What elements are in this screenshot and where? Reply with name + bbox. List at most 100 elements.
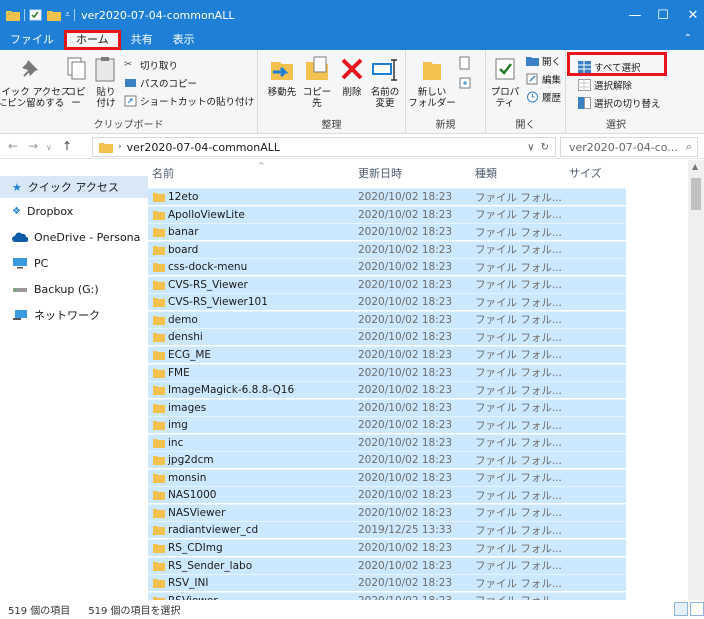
large-icons-view-icon[interactable] xyxy=(690,602,704,616)
file-row[interactable]: css-dock-menu 2020/10/02 18:23 ファイル フォル... xyxy=(148,258,626,276)
scroll-up-icon[interactable]: ▲ xyxy=(692,162,698,171)
pin-quick-access-button[interactable]: クイック アクセス にピン留めする xyxy=(0,54,70,109)
nav-item-dropbox[interactable]: ❖ Dropbox xyxy=(0,200,148,222)
properties-check-icon[interactable] xyxy=(29,9,43,21)
file-type: ファイル フォル... xyxy=(475,331,562,344)
file-row[interactable]: radiantviewer_cd 2019/12/25 13:33 ファイル フォル… xyxy=(148,521,626,539)
file-row[interactable]: board 2020/10/02 18:23 ファイル フォル... xyxy=(148,240,626,258)
edit-button[interactable]: 編集 xyxy=(526,72,561,86)
delete-button[interactable]: 削除 xyxy=(338,54,366,98)
file-date: 2020/10/02 18:23 xyxy=(358,191,453,203)
history-button[interactable]: 履歴 xyxy=(526,90,561,104)
file-row[interactable]: ImageMagick-6.8.8-Q16 2020/10/02 18:23 ファイ… xyxy=(148,381,626,399)
file-row[interactable]: NAS1000 2020/10/02 18:23 ファイル フォル... xyxy=(148,486,626,504)
folder-icon xyxy=(153,579,165,589)
recent-dropdown-icon[interactable]: ∨ xyxy=(46,143,52,152)
file-date: 2020/10/02 18:23 xyxy=(358,243,453,256)
file-row[interactable]: demo 2020/10/02 18:23 ファイル フォル... xyxy=(148,310,626,328)
breadcrumb[interactable]: ver2020-07-04-commonALL xyxy=(127,141,280,154)
address-dropdown-icon[interactable]: ∨ xyxy=(527,142,534,153)
file-row[interactable]: img 2020/10/02 18:23 ファイル フォル... xyxy=(148,416,626,434)
file-row[interactable]: jpg2dcm 2020/10/02 18:23 ファイル フォル... xyxy=(148,451,626,469)
vertical-scrollbar[interactable]: ▲ xyxy=(688,160,704,606)
breadcrumb-chevron-icon[interactable]: › xyxy=(118,142,122,152)
file-type: ファイル フォル... xyxy=(475,507,562,520)
close-button[interactable]: ✕ xyxy=(670,0,704,30)
tab-home[interactable]: ホーム xyxy=(64,30,121,50)
file-row[interactable]: ApolloViewLite 2020/10/02 18:23 ファイル フォル..… xyxy=(148,205,626,223)
file-row[interactable]: denshi 2020/10/02 18:23 ファイル フォル... xyxy=(148,328,626,346)
properties-button[interactable]: プロパティ xyxy=(488,54,522,109)
nav-item-network[interactable]: ネットワーク xyxy=(0,304,148,326)
file-name: NASViewer xyxy=(168,506,226,519)
nav-item-backup-drive[interactable]: Backup (G:) xyxy=(0,278,148,300)
rename-button[interactable]: 名前の 変更 xyxy=(368,54,402,109)
select-none-button[interactable]: 選択解除 xyxy=(578,78,632,92)
file-list: 12eto 2020/10/02 18:23 ファイル フォル... ApolloVi… xyxy=(148,188,626,606)
search-input[interactable]: ver2020-07-04-co... ⌕ xyxy=(560,137,698,157)
move-to-button[interactable]: 移動先 xyxy=(266,54,298,98)
nav-item-onedrive[interactable]: OneDrive - Persona xyxy=(0,226,148,248)
copy-button[interactable]: コピー xyxy=(62,54,90,109)
address-field[interactable]: › ver2020-07-04-commonALL ∨ ↻ xyxy=(92,137,556,157)
nav-item-label: ネットワーク xyxy=(34,309,100,322)
file-row[interactable]: NASViewer 2020/10/02 18:23 ファイル フォル... xyxy=(148,503,626,521)
details-view-icon[interactable] xyxy=(674,602,688,616)
refresh-icon[interactable]: ↻ xyxy=(541,142,549,153)
nav-item-quick-access[interactable]: ★ クイック アクセス xyxy=(0,176,148,198)
file-date: 2020/10/02 18:23 xyxy=(358,384,453,397)
customize-toolbar-icon[interactable]: ⩡ xyxy=(65,10,70,20)
paste-button[interactable]: 貼り付け xyxy=(92,54,120,109)
file-type: ファイル フォル... xyxy=(475,419,562,432)
folder-icon xyxy=(153,403,165,413)
search-placeholder: ver2020-07-04-co... xyxy=(569,140,678,154)
up-arrow-icon[interactable]: ↑ xyxy=(62,139,72,153)
tab-file[interactable]: ファイル xyxy=(0,30,64,50)
easy-access-icon[interactable] xyxy=(458,76,472,90)
file-row[interactable]: RSV_INI 2020/10/02 18:23 ファイル フォル... xyxy=(148,574,626,592)
column-header-name[interactable]: 名前 xyxy=(152,165,174,181)
file-row[interactable]: RS_Sender_labo 2020/10/02 18:23 ファイル フォル..… xyxy=(148,556,626,574)
file-date: 2020/10/02 18:23 xyxy=(358,471,453,484)
open-icon xyxy=(526,57,539,66)
scrollbar-thumb[interactable] xyxy=(691,178,701,210)
open-button[interactable]: 開く xyxy=(526,54,561,68)
file-row[interactable]: 12eto 2020/10/02 18:23 ファイル フォル... xyxy=(148,188,626,205)
column-header-size[interactable]: サイズ xyxy=(569,165,602,181)
cut-button[interactable]: ✂ 切り取り xyxy=(124,58,178,72)
column-header-type[interactable]: 種類 xyxy=(475,165,497,181)
file-row[interactable]: ECG_ME 2020/10/02 18:23 ファイル フォル... xyxy=(148,345,626,363)
tab-view[interactable]: 表示 xyxy=(163,30,205,50)
new-group-label: 新規 xyxy=(435,120,456,131)
invert-selection-button[interactable]: 選択の切り替え xyxy=(578,96,661,110)
copy-to-button[interactable]: コピー先 xyxy=(300,54,334,109)
forward-arrow-icon[interactable]: → xyxy=(28,139,38,153)
folder-icon xyxy=(153,438,165,448)
copy-path-button[interactable]: パスのコピー xyxy=(124,76,197,90)
file-row[interactable]: FME 2020/10/02 18:23 ファイル フォル... xyxy=(148,363,626,381)
file-row[interactable]: images 2020/10/02 18:23 ファイル フォル... xyxy=(148,398,626,416)
open-group: プロパティ 開く 編集 履歴 開く xyxy=(486,50,566,134)
paste-shortcut-button[interactable]: ショートカットの貼り付け xyxy=(124,94,254,108)
file-row[interactable]: inc 2020/10/02 18:23 ファイル フォル... xyxy=(148,433,626,451)
nav-item-label: Dropbox xyxy=(26,204,74,218)
file-row[interactable]: CVS-RS_Viewer101 2020/10/02 18:23 ファイル フォル… xyxy=(148,293,626,311)
nav-item-pc[interactable]: PC xyxy=(0,252,148,274)
column-header-date[interactable]: 更新日時 xyxy=(358,165,402,181)
file-type: ファイル フォル... xyxy=(475,191,562,204)
new-item-icon[interactable] xyxy=(458,56,472,70)
ribbon-expand-icon[interactable]: ⌃ xyxy=(684,33,692,44)
file-date: 2020/10/02 18:23 xyxy=(358,489,453,502)
back-arrow-icon[interactable]: ← xyxy=(8,139,18,153)
new-folder-quick-icon[interactable] xyxy=(47,9,61,21)
file-row[interactable]: monsin 2020/10/02 18:23 ファイル フォル... xyxy=(148,468,626,486)
file-row[interactable]: banar 2020/10/02 18:23 ファイル フォル... xyxy=(148,223,626,241)
toolbar-separator xyxy=(74,9,76,21)
search-icon[interactable]: ⌕ xyxy=(686,140,692,154)
folder-icon xyxy=(153,210,165,220)
new-group: 新しい フォルダー 新規 xyxy=(406,50,486,134)
file-row[interactable]: CVS-RS_Viewer 2020/10/02 18:23 ファイル フォル... xyxy=(148,275,626,293)
new-folder-button[interactable]: 新しい フォルダー xyxy=(408,54,456,109)
tab-share[interactable]: 共有 xyxy=(121,30,163,50)
file-row[interactable]: RS_CDImg 2020/10/02 18:23 ファイル フォル... xyxy=(148,539,626,556)
